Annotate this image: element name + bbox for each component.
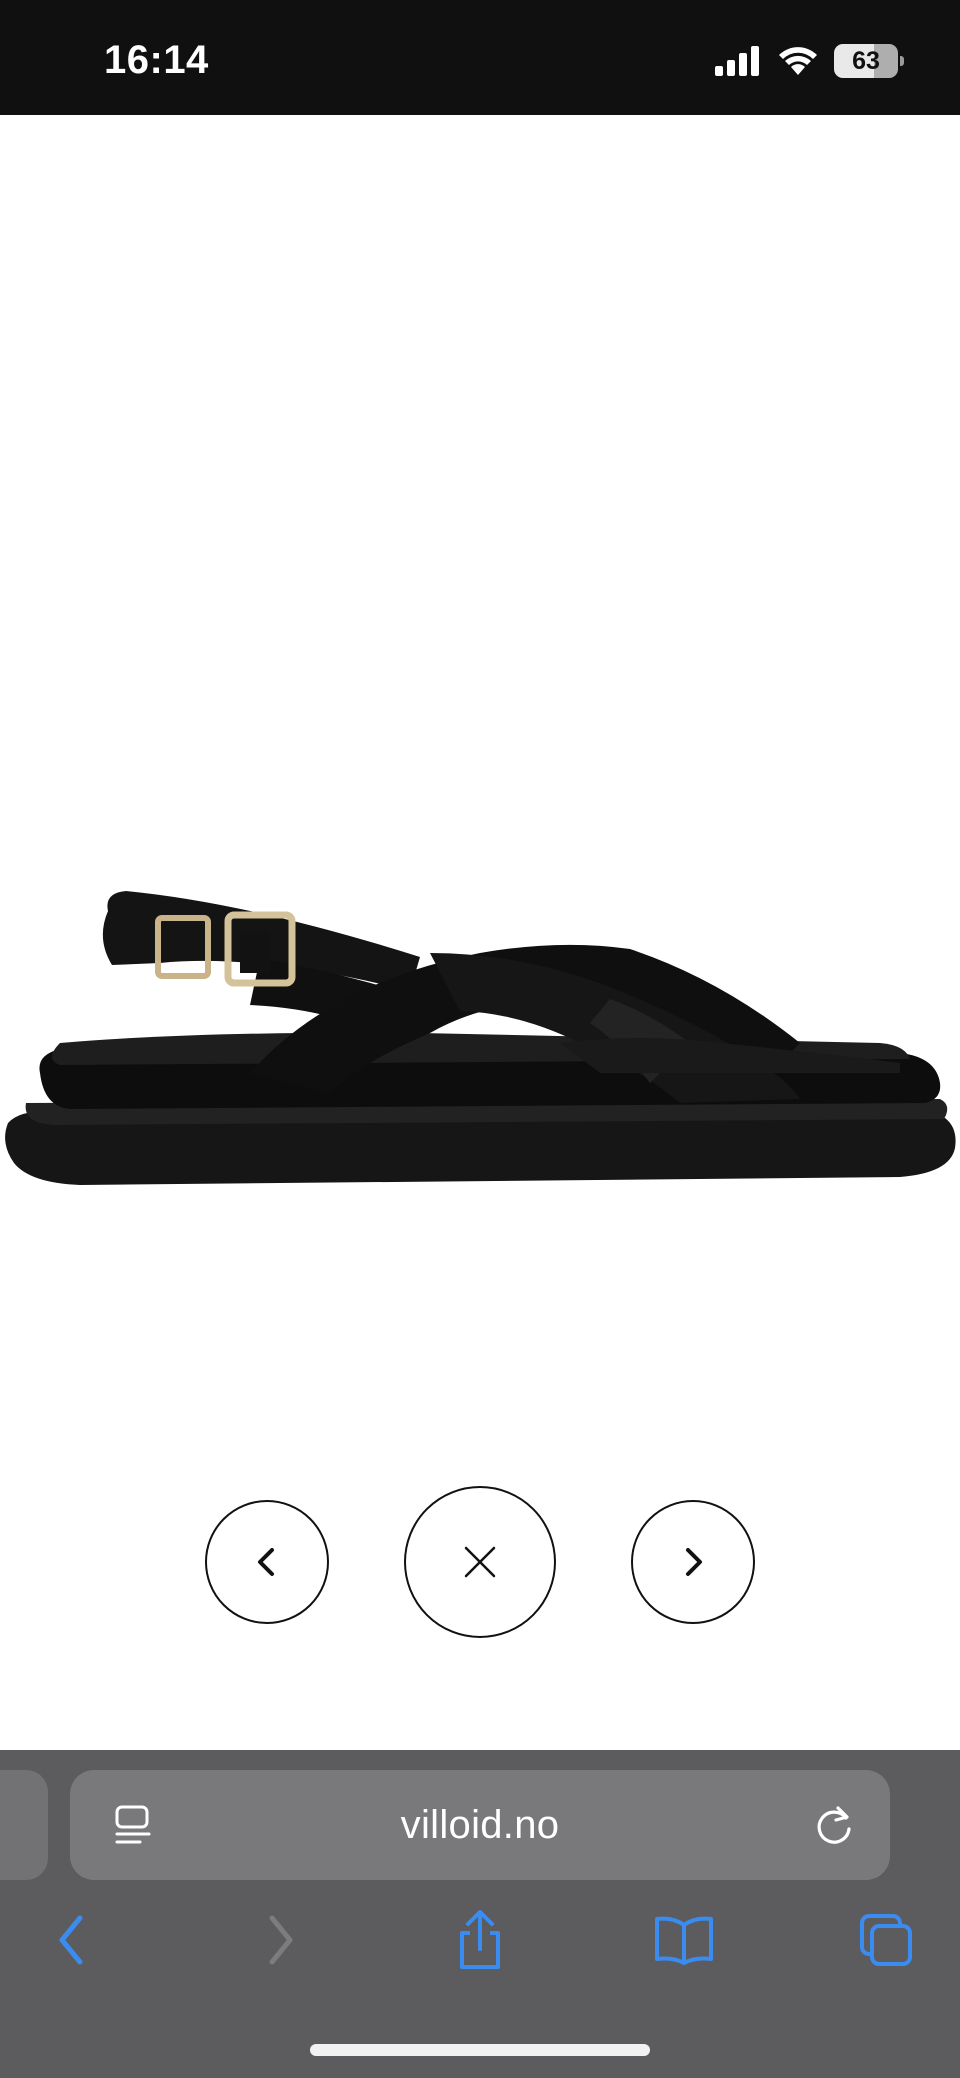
status-time: 16:14: [104, 38, 209, 82]
cellular-signal-icon: [715, 46, 759, 76]
share-button[interactable]: [450, 1910, 510, 1970]
address-bar[interactable]: villoid.no: [70, 1770, 890, 1880]
reload-icon[interactable]: [812, 1802, 856, 1848]
chevron-left-icon: [258, 1548, 274, 1576]
bookmarks-button[interactable]: [652, 1910, 716, 1970]
chevron-right-icon: [686, 1548, 702, 1576]
battery-icon: 63: [834, 44, 904, 78]
back-icon: [59, 1915, 83, 1965]
forward-icon: [269, 1915, 293, 1965]
battery-level: 63: [852, 46, 880, 75]
home-indicator[interactable]: [310, 2044, 650, 2056]
close-icon: [464, 1546, 496, 1578]
url-text: villoid.no: [400, 1803, 560, 1847]
share-icon: [460, 1910, 500, 1969]
status-bar: 16:14 63: [0, 0, 960, 115]
tabs-button[interactable]: [856, 1910, 916, 1970]
close-gallery-button[interactable]: [404, 1486, 556, 1638]
bookmarks-icon: [655, 1916, 713, 1965]
wifi-icon: [779, 47, 817, 75]
previous-tab-preview[interactable]: [0, 1770, 48, 1880]
next-image-button[interactable]: [631, 1500, 755, 1624]
browser-toolbar: villoid.no: [0, 1750, 960, 2078]
back-button[interactable]: [42, 1910, 102, 1970]
status-icons: 63: [714, 44, 904, 78]
forward-button[interactable]: [250, 1910, 310, 1970]
tabs-icon: [860, 1914, 912, 1966]
previous-image-button[interactable]: [205, 1500, 329, 1624]
sandal-image: [5, 891, 956, 1185]
